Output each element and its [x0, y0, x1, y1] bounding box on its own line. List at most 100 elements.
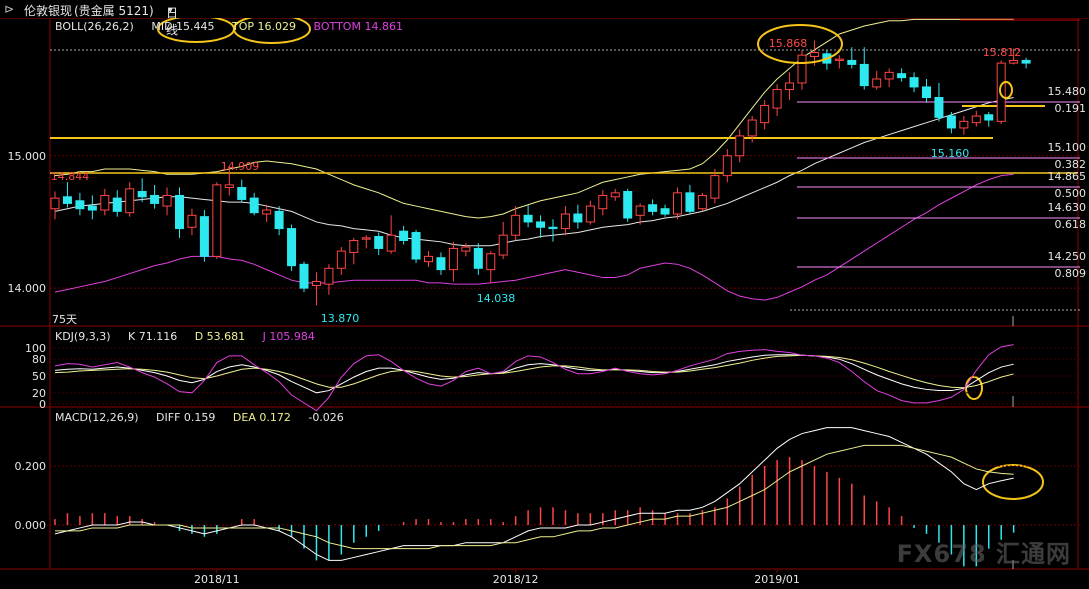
candle-body	[424, 255, 433, 263]
candle-body	[573, 213, 583, 223]
kdj-k-line	[54, 354, 1014, 394]
candle-body	[75, 200, 85, 210]
candle-body	[735, 135, 745, 157]
instrument-category: (贵金属 5121)	[74, 4, 154, 18]
kdj-y-tick: 0	[39, 398, 46, 411]
candle-body	[274, 210, 284, 230]
price-y-tick: 15.000	[8, 150, 47, 163]
price-extreme-label: 15.868	[769, 37, 808, 50]
candle-body	[909, 77, 919, 88]
macd-legend: MACD(12,26,9) DIFF 0.159 DEA 0.172 -0.02…	[55, 411, 358, 424]
candle-body	[137, 191, 147, 198]
boll-bottom-value: BOTTOM 14.861	[313, 20, 403, 33]
candle-body	[436, 257, 446, 271]
price-extreme-label: 14.909	[221, 160, 260, 173]
candle-body	[635, 205, 645, 216]
candle-body	[212, 184, 222, 257]
macd-diff-line	[54, 427, 1014, 561]
candle-body	[50, 197, 60, 210]
macd-dea-value: DEA 0.172	[232, 411, 291, 424]
candle-body	[610, 192, 620, 198]
candle-body	[187, 214, 197, 228]
candle-body	[685, 192, 695, 212]
candle-body	[62, 196, 72, 204]
menu-toggle-icon[interactable]: ⊳	[4, 2, 14, 16]
fib-price-label: 14.865	[1048, 170, 1087, 183]
candle-body	[287, 228, 297, 267]
kdj-d-value: D 53.681	[194, 330, 246, 343]
boll-mid-line	[54, 97, 1014, 247]
candle-body	[411, 232, 421, 260]
candle-body	[386, 234, 396, 252]
candle-body	[361, 237, 371, 240]
kdj-j-value: J 105.984	[262, 330, 315, 343]
macd-legend-name[interactable]: MACD(12,26,9)	[55, 411, 139, 424]
macd-diff-value: DIFF 0.159	[156, 411, 216, 424]
price-y-tick: 14.000	[8, 282, 47, 295]
macd-histogram-value: -0.026	[308, 411, 344, 424]
fx678-watermark: FX678 汇通网	[896, 540, 1071, 568]
time-axis-tick: 2019/01	[754, 573, 800, 586]
price-extreme-label: 15.160	[931, 147, 970, 160]
candle-body	[884, 71, 894, 80]
price-extreme-label: 14.038	[477, 292, 516, 305]
candle-body	[710, 175, 720, 199]
title-bar: ⊳ 伦敦银现 (贵金属 5121) 日线 ▾	[0, 0, 1089, 37]
chart-window: 14.000 15.000 15.480 0.191 15.100 0.382 14.865…	[0, 0, 1089, 589]
candle-body	[809, 52, 819, 57]
candle-body	[872, 78, 882, 88]
kdj-k-value: K 71.116	[128, 330, 178, 343]
candle-body	[473, 247, 483, 269]
candle-body	[374, 236, 384, 249]
kdj-j-line	[54, 344, 1014, 412]
candle-body	[461, 246, 471, 252]
candle-body	[299, 263, 309, 289]
price-extreme-label: 14.844	[51, 170, 90, 183]
fib-ratio-label: 0.191	[1055, 102, 1087, 115]
candle-body	[237, 187, 247, 200]
candle-body	[150, 194, 160, 204]
fib-ratio-label: 0.500	[1055, 187, 1087, 200]
candle-body	[548, 226, 558, 230]
candle-body	[523, 214, 533, 223]
candle-body	[349, 239, 359, 253]
fib-ratio-label: 0.618	[1055, 218, 1087, 231]
fib-price-label: 14.250	[1048, 250, 1087, 263]
candle-body	[959, 120, 969, 129]
candle-body	[722, 155, 732, 177]
period-count-label: 75天	[52, 313, 77, 326]
candle-body	[984, 114, 994, 121]
candle-body	[585, 205, 595, 223]
candle-body	[847, 59, 857, 65]
candle-body	[560, 213, 570, 230]
candle-body	[785, 82, 795, 91]
candle-body	[498, 234, 508, 256]
boll-legend-name[interactable]: BOLL(26,26,2)	[55, 20, 134, 33]
candle-body	[399, 230, 409, 241]
period-selector[interactable]: 日线 ▾	[166, 2, 178, 37]
candle-body	[224, 184, 234, 189]
boll-legend: BOLL(26,26,2) MID 15.445 TOP 16.029 BOTT…	[55, 20, 417, 33]
candle-body	[797, 54, 807, 84]
candle-body	[486, 253, 496, 271]
kdj-y-tick: 50	[32, 370, 46, 383]
candle-body	[859, 63, 869, 87]
candle-body	[971, 115, 981, 124]
time-axis-tick: 2018/12	[493, 573, 539, 586]
candle-body	[1021, 59, 1031, 64]
kdj-legend-name[interactable]: KDJ(9,3,3)	[55, 330, 111, 343]
candle-body	[249, 197, 259, 214]
candle-body	[897, 73, 907, 79]
time-axis-tick: 2018/11	[194, 573, 240, 586]
boll-upper-line	[54, 18, 1014, 219]
candle-body	[660, 208, 670, 215]
macd-highlight-ellipse	[982, 464, 1044, 500]
candle-body	[100, 194, 110, 211]
candle-body	[536, 221, 546, 228]
instrument-name: 伦敦银现	[24, 4, 73, 18]
candle-body	[760, 104, 770, 124]
fib-price-label: 15.100	[1048, 141, 1087, 154]
boll-mid-value: MID 15.445	[151, 20, 215, 33]
candle-body	[697, 194, 707, 210]
kdj-highlight-ellipse	[965, 376, 983, 400]
